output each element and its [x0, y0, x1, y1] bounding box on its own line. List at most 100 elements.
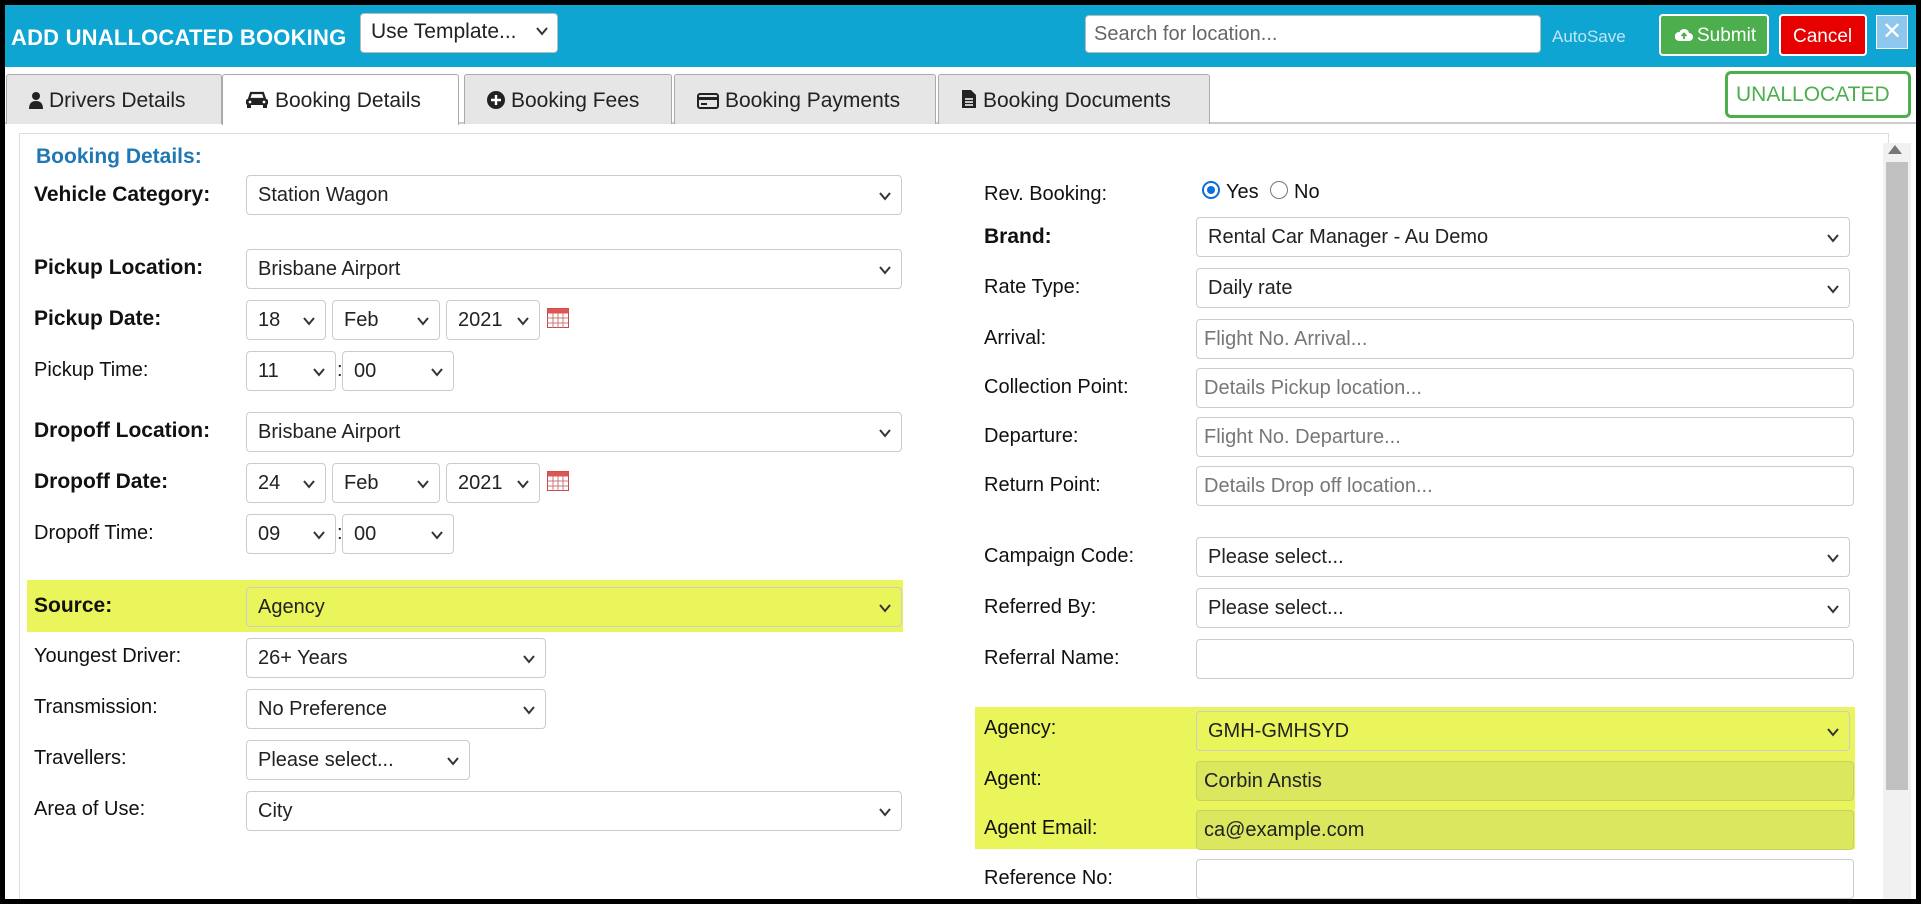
tab-booking-payments[interactable]: Booking Payments — [674, 74, 936, 124]
collection-point-label: Collection Point: — [984, 376, 1129, 398]
chevron-down-icon — [517, 480, 529, 489]
chevron-down-icon — [1827, 605, 1839, 614]
chevron-down-icon — [417, 480, 429, 489]
scrollbar-thumb[interactable] — [1886, 162, 1908, 790]
chevron-down-icon — [1827, 728, 1839, 737]
chevron-down-icon — [431, 368, 443, 377]
pickup-location-label: Pickup Location: — [34, 256, 204, 279]
tab-booking-details[interactable]: Booking Details — [222, 74, 459, 125]
arrival-label: Arrival: — [984, 327, 1047, 349]
pickup-location-select[interactable]: Brisbane Airport — [246, 249, 902, 289]
calendar-icon[interactable] — [547, 308, 569, 328]
referred-by-select[interactable]: Please select... — [1196, 588, 1850, 628]
referral-name-label: Referral Name: — [984, 647, 1120, 669]
agent-input[interactable]: Corbin Anstis — [1196, 761, 1854, 801]
dropoff-time-label: Dropoff Time: — [34, 522, 154, 544]
rev-booking-no-radio[interactable] — [1270, 181, 1288, 199]
select-value: Agency — [258, 596, 325, 618]
agent-email-input[interactable]: ca@example.com — [1196, 810, 1854, 850]
select-value: Please select... — [1208, 597, 1344, 619]
template-select-value: Use Template... — [371, 20, 517, 43]
pickup-month-select[interactable]: Feb — [332, 300, 440, 340]
travellers-select[interactable]: Please select... — [246, 740, 470, 780]
cancel-button[interactable]: Cancel — [1779, 14, 1867, 56]
template-select[interactable]: Use Template... — [360, 13, 558, 53]
submit-label: Submit — [1697, 25, 1757, 46]
select-value: 00 — [354, 523, 377, 545]
youngest-driver-label: Youngest Driver: — [34, 645, 182, 667]
autosave-toggle[interactable]: AutoSave — [1552, 27, 1626, 47]
transmission-select[interactable]: No Preference — [246, 689, 546, 729]
header-bar: ADD UNALLOCATED BOOKING Use Template... … — [5, 5, 1916, 67]
campaign-code-label: Campaign Code: — [984, 545, 1135, 567]
campaign-code-select[interactable]: Please select... — [1196, 537, 1850, 577]
transmission-label: Transmission: — [34, 696, 158, 718]
area-of-use-select[interactable]: City — [246, 791, 902, 831]
select-value: Rental Car Manager - Au Demo — [1208, 226, 1489, 248]
tab-drivers-details[interactable]: Drivers Details — [6, 74, 222, 124]
source-select[interactable]: Agency — [246, 587, 902, 627]
collection-point-input[interactable]: Details Pickup location... — [1196, 368, 1854, 408]
chevron-down-icon — [523, 655, 535, 664]
agent-email-label: Agent Email: — [984, 817, 1098, 839]
brand-select[interactable]: Rental Car Manager - Au Demo — [1196, 217, 1850, 257]
credit-card-icon — [697, 93, 719, 109]
tab-label: Booking Documents — [983, 89, 1171, 112]
tab-booking-fees[interactable]: Booking Fees — [464, 74, 672, 124]
reference-no-input[interactable] — [1196, 859, 1854, 899]
referral-name-input[interactable] — [1196, 639, 1854, 679]
vehicle-category-select[interactable]: Station Wagon — [246, 175, 902, 215]
dropoff-minute-select[interactable]: 00 — [342, 514, 454, 554]
chevron-down-icon — [879, 808, 891, 817]
scroll-up-arrow[interactable] — [1888, 145, 1902, 154]
chevron-down-icon — [517, 317, 529, 326]
page-title: ADD UNALLOCATED BOOKING — [11, 25, 347, 50]
select-value: City — [258, 800, 293, 822]
submit-button[interactable]: Submit — [1659, 14, 1769, 56]
close-icon[interactable]: ✕ — [1876, 15, 1908, 49]
pickup-year-select[interactable]: 2021 — [446, 300, 540, 340]
tab-label: Booking Fees — [511, 89, 640, 112]
chevron-down-icon — [536, 27, 548, 36]
dropoff-location-select[interactable]: Brisbane Airport — [246, 412, 902, 452]
departure-input[interactable]: Flight No. Departure... — [1196, 417, 1854, 457]
travellers-label: Travellers: — [34, 747, 127, 769]
rev-booking-yes-radio[interactable] — [1202, 181, 1220, 199]
select-value: 11 — [258, 360, 279, 382]
pickup-hour-select[interactable]: 11 — [246, 351, 336, 391]
agency-label: Agency: — [984, 717, 1057, 739]
arrival-input[interactable]: Flight No. Arrival... — [1196, 319, 1854, 359]
pickup-minute-select[interactable]: 00 — [342, 351, 454, 391]
select-value: Daily rate — [1208, 277, 1293, 299]
dropoff-month-select[interactable]: Feb — [332, 463, 440, 503]
rate-type-label: Rate Type: — [984, 276, 1081, 298]
select-value: 09 — [258, 523, 281, 545]
chevron-down-icon — [879, 429, 891, 438]
chevron-down-icon — [1827, 554, 1839, 563]
tab-booking-documents[interactable]: Booking Documents — [938, 74, 1210, 124]
user-icon — [29, 92, 43, 109]
dropoff-day-select[interactable]: 24 — [246, 463, 326, 503]
tab-label: Drivers Details — [49, 89, 186, 112]
area-of-use-label: Area of Use: — [34, 798, 146, 820]
dropoff-year-select[interactable]: 2021 — [446, 463, 540, 503]
rev-booking-no-label: No — [1294, 181, 1320, 203]
youngest-driver-select[interactable]: 26+ Years — [246, 638, 546, 678]
rev-booking-yes-label: Yes — [1226, 181, 1259, 203]
select-value: Please select... — [1208, 546, 1344, 568]
dropoff-date-label: Dropoff Date: — [34, 470, 169, 493]
booking-window: ADD UNALLOCATED BOOKING Use Template... … — [0, 0, 1921, 904]
select-value: Feb — [344, 309, 379, 331]
chevron-down-icon — [1827, 285, 1839, 294]
return-point-input[interactable]: Details Drop off location... — [1196, 466, 1854, 506]
agency-select[interactable]: GMH-GMHSYD — [1196, 711, 1850, 751]
rate-type-select[interactable]: Daily rate — [1196, 268, 1850, 308]
reference-no-label: Reference No: — [984, 867, 1113, 889]
calendar-icon[interactable] — [547, 471, 569, 491]
select-value: Please select... — [258, 749, 394, 771]
location-search-input[interactable]: Search for location... — [1085, 15, 1541, 53]
dropoff-hour-select[interactable]: 09 — [246, 514, 336, 554]
rev-booking-label: Rev. Booking: — [984, 183, 1108, 205]
plus-circle-icon — [487, 91, 505, 109]
pickup-day-select[interactable]: 18 — [246, 300, 326, 340]
